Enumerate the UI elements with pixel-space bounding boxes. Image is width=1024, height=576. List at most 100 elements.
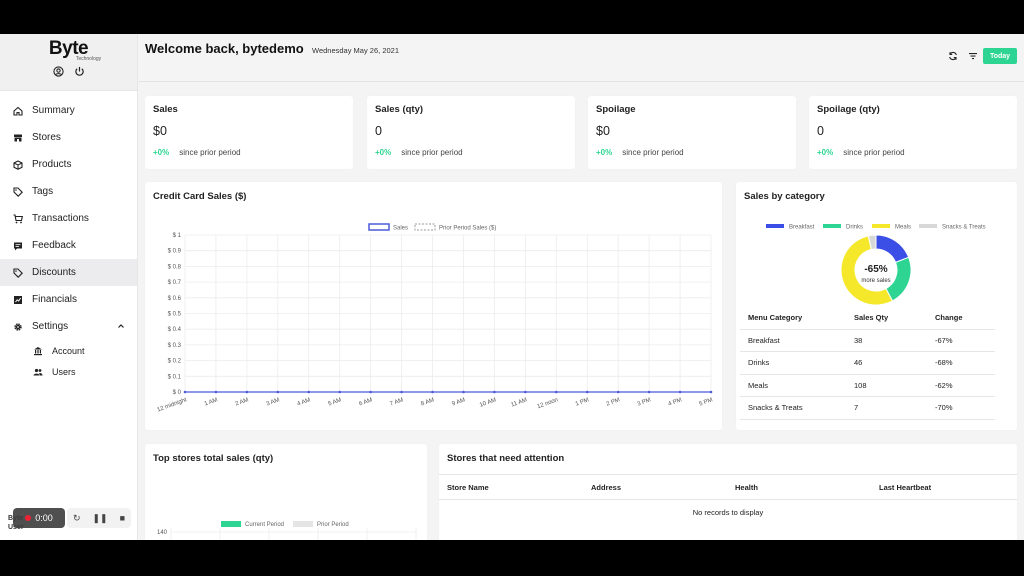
sidebar-subitem-account[interactable]: Account xyxy=(0,340,137,361)
table-header: Change xyxy=(935,313,963,323)
table-row: No records to display xyxy=(439,500,1017,526)
bank-icon xyxy=(34,346,42,355)
legend-swatch-prior[interactable] xyxy=(414,223,436,231)
tag-icon xyxy=(13,186,23,197)
today-button[interactable]: Today xyxy=(983,48,1017,64)
table-header: Store Name xyxy=(447,482,489,492)
chart-icon xyxy=(14,295,22,304)
stat-title: Sales xyxy=(153,104,178,115)
legend-swatch[interactable] xyxy=(919,224,937,228)
card-title: Stores that need attention xyxy=(447,453,565,464)
data-point-sales xyxy=(338,390,342,394)
legend-swatch-current[interactable] xyxy=(221,521,241,527)
stat-value: 0 xyxy=(375,124,382,138)
table-row: Snacks & Treats 7 -70% xyxy=(740,397,995,420)
sidebar-item-feedback[interactable]: Feedback xyxy=(0,232,137,259)
data-point-sales xyxy=(616,390,620,394)
y-tick-label: $ 0.7 xyxy=(168,280,182,286)
x-tick-label: 2 AM xyxy=(235,397,250,407)
x-tick-label: 8 AM xyxy=(420,397,435,407)
table-cell: 7 xyxy=(854,403,859,413)
recording-player: ByteUser 0:00 ↻ ❚❚ ■ xyxy=(5,506,133,536)
data-point-sales xyxy=(369,390,372,394)
pause-icon[interactable]: ❚❚ xyxy=(93,513,108,524)
table-header: Menu Category xyxy=(748,313,803,323)
legend-label[interactable]: Current Period xyxy=(245,522,284,528)
sidebar-nav: Summary Stores Products Tags Transaction… xyxy=(0,91,137,382)
user-profile-icon[interactable] xyxy=(52,66,64,77)
power-icon[interactable] xyxy=(74,66,85,77)
y-tick-label: $ 0.2 xyxy=(168,359,182,365)
restart-icon[interactable]: ↻ xyxy=(73,513,81,524)
donut-center-value: -65% xyxy=(864,264,887,275)
y-tick-label: $ 0.1 xyxy=(168,374,182,380)
legend-swatch[interactable] xyxy=(823,224,841,228)
data-point-sales xyxy=(183,390,187,394)
sidebar-item-transactions[interactable]: Transactions xyxy=(0,205,137,232)
stat-change: +0% since prior period xyxy=(375,148,463,157)
legend-label[interactable]: Breakfast xyxy=(789,225,815,231)
stat-change: +0% since prior period xyxy=(596,148,684,157)
x-tick-label: 4 PM xyxy=(668,397,683,407)
y-tick-label: $ 0.6 xyxy=(168,296,182,302)
top-stores-card: Top stores total sales (qty) Current Per… xyxy=(145,444,427,540)
sidebar-subitem-label: Users xyxy=(52,366,76,377)
sidebar-item-label: Tags xyxy=(32,186,54,197)
users-icon xyxy=(33,368,43,375)
legend-label[interactable]: Prior Period Sales ($) xyxy=(439,226,496,232)
sidebar-item-products[interactable]: Products xyxy=(0,151,137,178)
sidebar-item-tags[interactable]: Tags xyxy=(0,178,137,205)
stat-card-spoilage-qty: Spoilage (qty) 0 +0% since prior period xyxy=(809,96,1017,169)
table-cell: 108 xyxy=(854,380,867,390)
x-tick-label: 1 PM xyxy=(575,397,590,407)
legend-label[interactable]: Snacks & Treats xyxy=(942,225,986,231)
sidebar-subitem-users[interactable]: Users xyxy=(0,361,137,382)
current-date: Wednesday May 26, 2021 xyxy=(312,46,400,55)
data-point-sales xyxy=(276,390,280,394)
table-header-row: Menu Category Sales Qty Change xyxy=(740,307,995,330)
sidebar-item-summary[interactable]: Summary xyxy=(0,97,137,124)
legend-swatch-sales[interactable] xyxy=(368,223,390,231)
legend-label[interactable]: Prior Period xyxy=(317,522,349,528)
sidebar: Byte Technology Summary Stores Products xyxy=(0,34,138,540)
legend-swatch[interactable] xyxy=(872,224,890,228)
sidebar-item-stores[interactable]: Stores xyxy=(0,124,137,151)
legend-swatch[interactable] xyxy=(766,224,784,228)
data-point-sales xyxy=(585,390,589,394)
empty-table-message: No records to display xyxy=(692,508,764,517)
sidebar-item-settings[interactable]: Settings xyxy=(0,313,137,340)
data-point-sales xyxy=(462,390,465,394)
table-cell: Meals xyxy=(748,380,769,390)
recording-timer: 0:00 xyxy=(13,508,65,528)
filter-icon[interactable] xyxy=(968,51,978,61)
table-cell: 46 xyxy=(854,358,863,368)
data-point-sales xyxy=(245,390,249,394)
stores-attention-card: Stores that need attention Store Name Ad… xyxy=(439,444,1017,540)
pie-slice-breakfast[interactable] xyxy=(875,234,910,264)
table-row: Breakfast 38 -67% xyxy=(740,330,995,352)
stop-icon[interactable]: ■ xyxy=(120,513,125,523)
sidebar-item-financials[interactable]: Financials xyxy=(0,286,137,313)
data-point-sales xyxy=(678,390,682,394)
stat-title: Sales (qty) xyxy=(375,104,424,115)
sidebar-item-label: Transactions xyxy=(32,213,89,224)
credit-card-sales-card: Credit Card Sales ($) Sales Prior Period … xyxy=(145,182,722,430)
legend-label[interactable]: Drinks xyxy=(846,225,863,231)
chevron-up-icon[interactable] xyxy=(117,322,125,330)
stat-title: Spoilage (qty) xyxy=(817,104,880,115)
record-dot-icon xyxy=(25,515,32,521)
stat-card-sales: Sales $0 +0% since prior period xyxy=(145,96,353,169)
stat-value: $0 xyxy=(596,124,610,138)
legend-label[interactable]: Meals xyxy=(895,225,911,231)
legend-swatch-prior[interactable] xyxy=(293,521,313,527)
brand-area: Byte Technology xyxy=(0,34,137,91)
refresh-icon[interactable] xyxy=(948,51,958,61)
sidebar-item-label: Financials xyxy=(32,294,78,305)
data-point-sales xyxy=(709,390,713,394)
sidebar-item-label: Settings xyxy=(32,321,69,332)
store-icon xyxy=(14,134,22,141)
data-point-sales xyxy=(554,390,558,394)
sidebar-item-discounts[interactable]: Discounts xyxy=(0,259,137,286)
y-tick-label: $ 0 xyxy=(173,390,182,396)
legend-label[interactable]: Sales xyxy=(393,226,408,232)
